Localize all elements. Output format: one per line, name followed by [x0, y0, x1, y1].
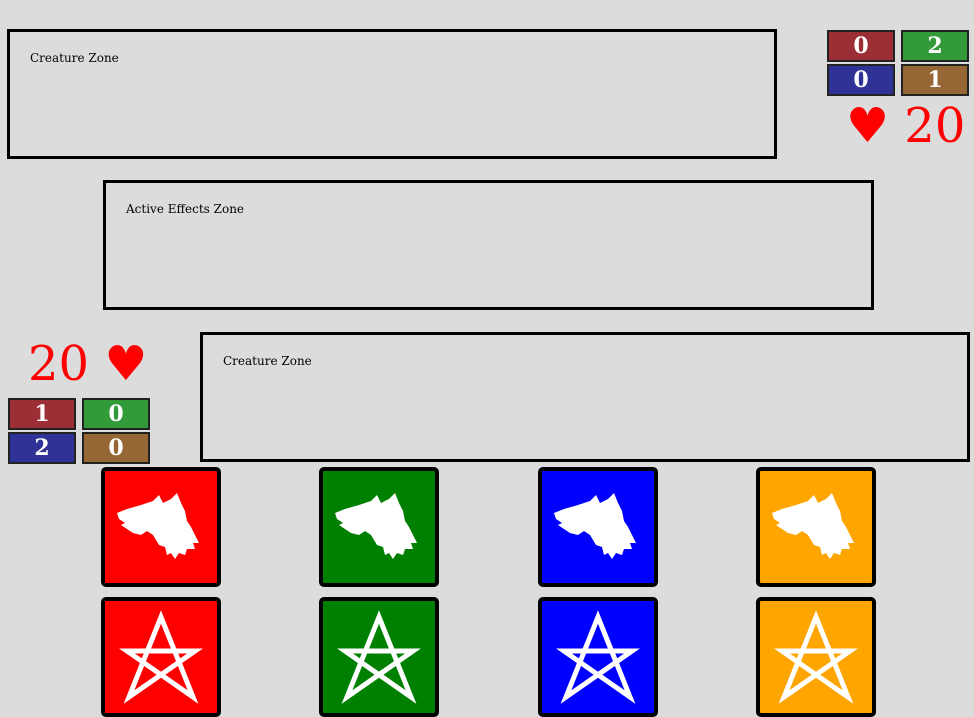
- wolf-icon: [772, 493, 854, 559]
- unicursal-hexagram-icon: [119, 610, 203, 704]
- player-mana-green: 0: [82, 398, 150, 430]
- opponent-mana-blue: 0: [827, 64, 895, 96]
- player-life-value: 20: [28, 336, 90, 392]
- opponent-creature-zone-label: Creature Zone: [30, 51, 119, 65]
- opponent-mana-red: 0: [827, 30, 895, 62]
- active-effects-zone-label: Active Effects Zone: [126, 202, 245, 216]
- wolf-icon: [554, 493, 636, 559]
- opponent-mana-pool: 0 2 0 1: [827, 30, 969, 98]
- wolf-icon: [335, 493, 417, 559]
- opponent-mana-green: 2: [901, 30, 969, 62]
- player-mana-red: 1: [8, 398, 76, 430]
- player-life-counter: 20 ♥: [28, 340, 147, 388]
- hand-card-hexagram-blue[interactable]: [538, 597, 658, 717]
- hand-card-wolf-blue[interactable]: [538, 467, 658, 587]
- player-creature-zone[interactable]: Creature Zone: [200, 332, 970, 462]
- wolf-icon: [117, 493, 199, 559]
- opponent-mana-brown: 1: [901, 64, 969, 96]
- hand-card-hexagram-orange[interactable]: [756, 597, 876, 717]
- player-mana-brown: 0: [82, 432, 150, 464]
- heart-icon: ♥: [104, 336, 148, 392]
- hand-card-wolf-orange[interactable]: [756, 467, 876, 587]
- opponent-life-value: 20: [904, 98, 966, 154]
- hand-card-hexagram-red[interactable]: [101, 597, 221, 717]
- unicursal-hexagram-icon: [774, 610, 858, 704]
- hand-card-hexagram-green[interactable]: [319, 597, 439, 717]
- unicursal-hexagram-icon: [337, 610, 421, 704]
- player-creature-zone-label: Creature Zone: [223, 354, 312, 368]
- player-mana-blue: 2: [8, 432, 76, 464]
- heart-icon: ♥: [846, 98, 890, 154]
- unicursal-hexagram-icon: [556, 610, 640, 704]
- opponent-life-counter: ♥ 20: [846, 102, 965, 150]
- hand-card-wolf-red[interactable]: [101, 467, 221, 587]
- player-mana-pool: 1 0 2 0: [8, 398, 150, 466]
- hand-card-wolf-green[interactable]: [319, 467, 439, 587]
- opponent-creature-zone[interactable]: Creature Zone: [7, 29, 777, 159]
- active-effects-zone[interactable]: Active Effects Zone: [103, 180, 874, 310]
